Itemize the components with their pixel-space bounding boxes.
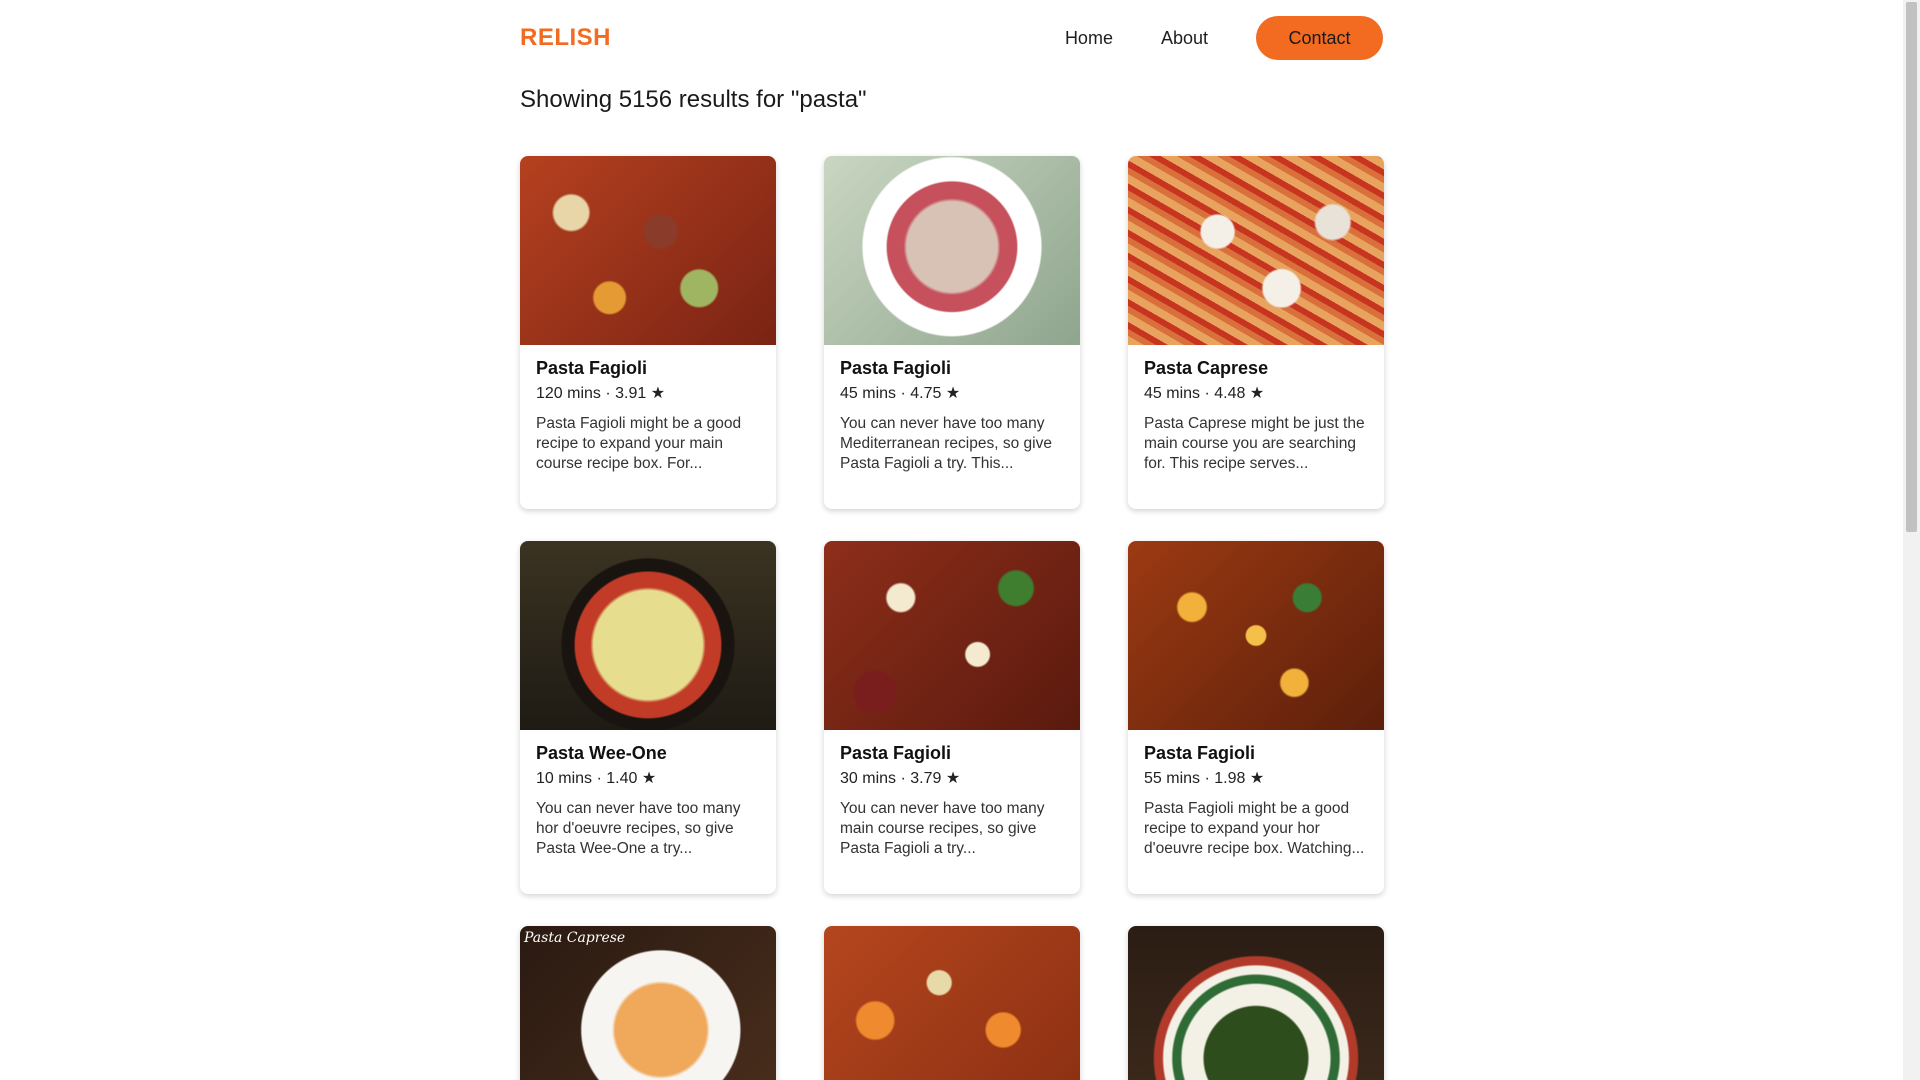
recipe-description: You can never have too many hor d'oeuvre… — [536, 800, 741, 857]
recipe-image[interactable] — [520, 541, 776, 730]
recipe-image[interactable] — [520, 156, 776, 345]
nav-about-link[interactable]: About — [1161, 28, 1208, 49]
recipe-card[interactable]: Pasta Fagioli 30 mins · 3.79 ★ You can n… — [824, 541, 1080, 894]
recipe-description: Pasta Fagioli might be a good recipe to … — [536, 415, 742, 472]
recipe-title[interactable]: Pasta Fagioli — [840, 742, 1064, 764]
recipe-description: You can never have too many main course … — [840, 800, 1045, 857]
recipe-image[interactable] — [824, 926, 1080, 1080]
recipe-title[interactable]: Pasta Caprese — [1144, 357, 1368, 379]
recipe-title[interactable]: Pasta Wee-One — [536, 742, 760, 764]
recipe-image[interactable]: Pasta Caprese — [520, 926, 776, 1080]
recipe-card[interactable]: Pasta Fagioli 120 mins · 3.91 ★ Pasta Fa… — [520, 156, 776, 509]
recipe-card[interactable]: Pasta Fagioli 55 mins · 1.98 ★ Pasta Fag… — [1128, 541, 1384, 894]
recipe-description: You can never have too many Mediterranea… — [840, 415, 1052, 472]
recipe-card[interactable] — [1128, 926, 1384, 1080]
recipe-title[interactable]: Pasta Fagioli — [536, 357, 760, 379]
contact-button[interactable]: Contact — [1256, 16, 1383, 60]
recipe-image[interactable] — [824, 156, 1080, 345]
nav-home-link[interactable]: Home — [1065, 28, 1113, 49]
recipe-image[interactable] — [1128, 541, 1384, 730]
recipe-card[interactable]: Pasta Wee-One 10 mins · 1.40 ★ You can n… — [520, 541, 776, 894]
recipe-title[interactable]: Pasta Fagioli — [840, 357, 1064, 379]
recipe-meta: 55 mins · 1.98 ★ — [1144, 770, 1265, 787]
nav: Home About Contact — [1065, 16, 1383, 60]
recipe-title[interactable]: Pasta Fagioli — [1144, 742, 1368, 764]
recipe-description: Pasta Fagioli might be a good recipe to … — [1144, 800, 1365, 857]
recipe-meta: 120 mins · 3.91 ★ — [536, 385, 666, 402]
recipe-card[interactable] — [824, 926, 1080, 1080]
results-count: Showing 5156 results for "pasta" — [520, 86, 867, 113]
logo[interactable]: RELISH — [520, 24, 611, 52]
recipe-meta: 45 mins · 4.75 ★ — [840, 385, 961, 402]
recipe-image[interactable] — [1128, 926, 1384, 1080]
image-caption: Pasta Caprese — [524, 930, 626, 946]
header: RELISH Home About Contact — [520, 16, 1383, 60]
scrollbar-thumb[interactable] — [1906, 2, 1917, 532]
recipe-image[interactable] — [824, 541, 1080, 730]
recipe-description: Pasta Caprese might be just the main cou… — [1144, 415, 1365, 472]
recipe-meta: 10 mins · 1.40 ★ — [536, 770, 657, 787]
recipe-card[interactable]: Pasta Fagioli 45 mins · 4.75 ★ You can n… — [824, 156, 1080, 509]
recipe-meta: 30 mins · 3.79 ★ — [840, 770, 961, 787]
recipe-image[interactable] — [1128, 156, 1384, 345]
recipe-meta: 45 mins · 4.48 ★ — [1144, 385, 1265, 402]
vertical-scrollbar[interactable] — [1903, 0, 1920, 1080]
recipe-card[interactable]: Pasta Caprese — [520, 926, 776, 1080]
recipe-card[interactable]: Pasta Caprese 45 mins · 4.48 ★ Pasta Cap… — [1128, 156, 1384, 509]
